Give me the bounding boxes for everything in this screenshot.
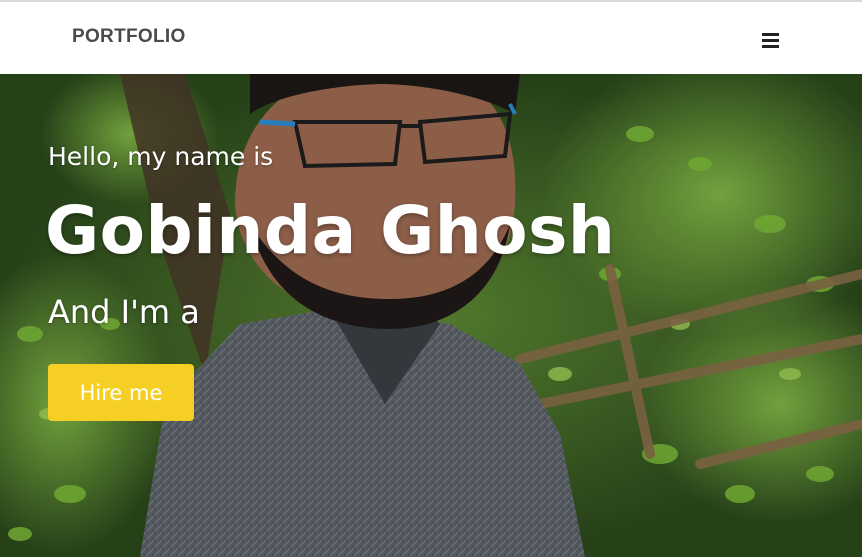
hire-me-button[interactable]: Hire me [48,364,194,421]
brand-logo[interactable]: PORTFOLIO [72,26,186,48]
hamburger-menu-icon [761,32,779,48]
hero-name: Gobinda Ghosh [45,192,616,269]
hero-section: Hello, my name is Gobinda Ghosh And I'm … [0,74,862,557]
hero-greeting: Hello, my name is [48,142,274,171]
navbar: PORTFOLIO [0,2,862,74]
hamburger-menu-button[interactable] [756,26,784,54]
hero-role-text: And I'm a [48,293,200,331]
